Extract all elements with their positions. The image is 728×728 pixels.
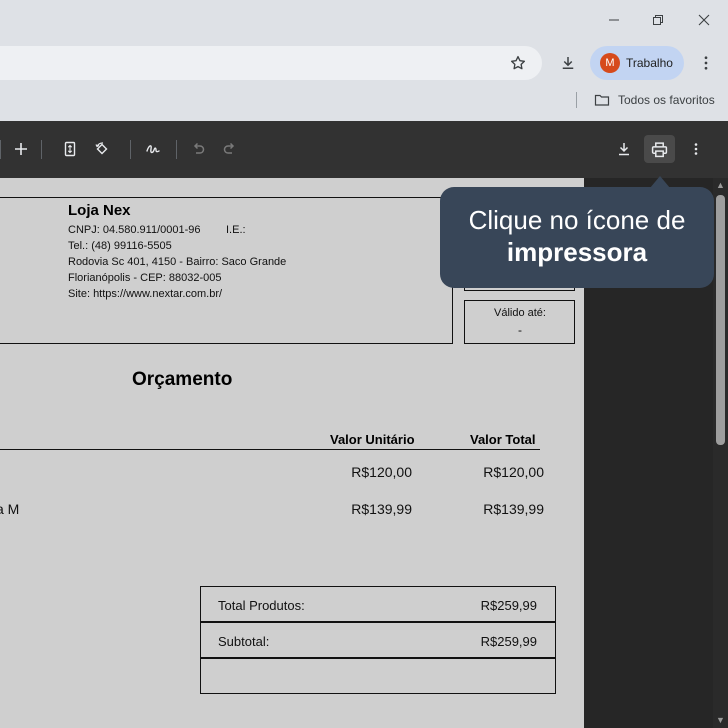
toolbar-divider: [41, 140, 42, 159]
total-products-value: R$259,99: [480, 598, 537, 613]
instruction-tooltip: Clique no ícone de impressora: [440, 187, 714, 288]
zoom-in-icon[interactable]: [9, 137, 33, 161]
subtotal-value: R$259,99: [480, 634, 537, 649]
all-bookmarks-label: Todos os favoritos: [618, 93, 715, 107]
valid-until-label: Válido até:: [494, 307, 546, 319]
row-2-total: R$139,99: [483, 501, 544, 517]
row-2-unit: R$139,99: [351, 501, 412, 517]
folder-icon: [594, 94, 610, 106]
pdf-toolbar: [0, 121, 728, 178]
avatar: M: [600, 53, 620, 73]
print-icon: [651, 141, 668, 157]
totals-row: [200, 658, 556, 694]
redo-icon[interactable]: [218, 137, 242, 161]
store-city: Florianópolis - CEP: 88032-005: [68, 272, 222, 284]
tooltip-line-1: Clique no ícone de: [468, 205, 686, 235]
store-ie: I.E.:: [226, 224, 246, 236]
browser-menu-icon[interactable]: [692, 48, 720, 78]
scroll-down-arrow-icon[interactable]: ▼: [716, 716, 725, 725]
close-icon[interactable]: [690, 8, 718, 32]
store-header-box: [0, 197, 453, 344]
row-1-total: R$120,00: [483, 464, 544, 480]
toolbar-divider: [130, 140, 131, 159]
restore-icon[interactable]: [644, 8, 672, 32]
download-icon[interactable]: [553, 48, 583, 78]
table-header-rule: [0, 449, 540, 450]
rotate-icon[interactable]: [90, 137, 114, 161]
document-title: Orçamento: [132, 369, 233, 390]
valid-until-value: -: [518, 323, 522, 337]
toolbar-divider: [176, 140, 177, 159]
undo-icon[interactable]: [186, 137, 210, 161]
pdf-more-icon[interactable]: [684, 137, 708, 161]
minimize-icon[interactable]: [600, 8, 628, 32]
pdf-download-icon[interactable]: [612, 137, 636, 161]
address-bar[interactable]: [0, 46, 542, 80]
row-1-unit: R$120,00: [351, 464, 412, 480]
subtotal-label: Subtotal:: [218, 634, 270, 649]
bookmarks-bar: Todos os favoritos: [0, 86, 728, 121]
tooltip-line-2: impressora: [506, 237, 648, 267]
toolbar-divider: [0, 140, 1, 159]
bookmark-star-icon[interactable]: [503, 48, 533, 78]
store-address: Rodovia Sc 401, 4150 - Bairro: Saco Gran…: [68, 256, 287, 268]
scroll-up-arrow-icon[interactable]: ▲: [716, 181, 725, 190]
scrollbar-thumb[interactable]: [716, 195, 725, 445]
store-site: Site: https://www.nextar.com.br/: [68, 288, 223, 300]
store-phone: Tel.: (48) 99116-5505: [68, 240, 172, 252]
store-name: Loja Nex: [68, 202, 131, 219]
title-bar: [0, 0, 728, 40]
all-bookmarks-button[interactable]: Todos os favoritos: [594, 90, 715, 110]
fit-page-icon[interactable]: [58, 137, 82, 161]
draw-icon[interactable]: [141, 137, 165, 161]
column-unit-price: Valor Unitário: [330, 432, 415, 447]
row-2-name: a M: [0, 501, 20, 517]
profile-label: Trabalho: [626, 56, 673, 70]
profile-button[interactable]: M Trabalho: [590, 46, 684, 80]
bookmarks-divider: [576, 92, 577, 108]
total-products-label: Total Produtos:: [218, 598, 305, 613]
column-total-price: Valor Total: [470, 432, 536, 447]
address-row: M Trabalho: [0, 40, 728, 86]
print-button[interactable]: [644, 135, 675, 163]
store-cnpj: CNPJ: 04.580.911/0001-96: [68, 224, 201, 236]
